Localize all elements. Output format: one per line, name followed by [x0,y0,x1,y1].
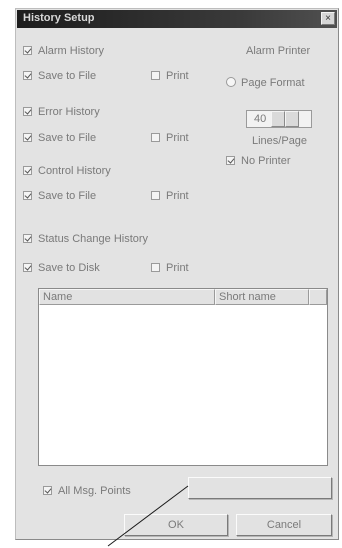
callout-line [107,485,189,547]
